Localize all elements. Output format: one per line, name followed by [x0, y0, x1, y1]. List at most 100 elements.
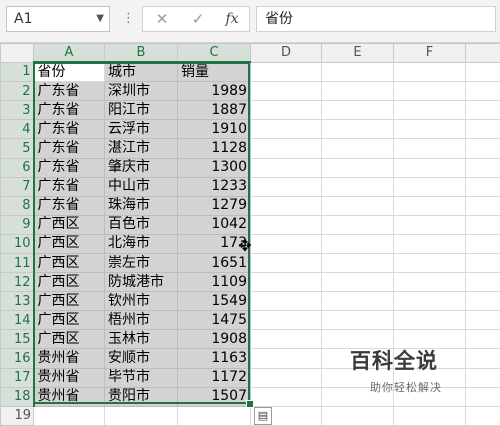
- cell-c[interactable]: 1989: [177, 81, 251, 102]
- row-header[interactable]: 19: [0, 405, 34, 426]
- column-header-c[interactable]: C: [177, 43, 251, 63]
- cell-a[interactable]: 贵州省: [33, 348, 105, 369]
- cell-c[interactable]: 1042: [177, 214, 251, 235]
- cell-c[interactable]: 1887: [177, 100, 251, 121]
- cell-b[interactable]: 肇庆市: [104, 157, 178, 178]
- fill-handle[interactable]: [246, 400, 254, 408]
- cell-c[interactable]: 1910: [177, 119, 251, 140]
- cell-g[interactable]: [465, 138, 500, 159]
- cell-e[interactable]: [321, 291, 394, 312]
- row-header[interactable]: 13: [0, 291, 35, 312]
- column-header-e[interactable]: E: [321, 43, 394, 63]
- cell-c[interactable]: 1908: [177, 329, 251, 350]
- row-header[interactable]: 5: [0, 138, 35, 159]
- cell-g[interactable]: [465, 272, 500, 293]
- cell-c[interactable]: 1651: [177, 252, 251, 274]
- row-header[interactable]: 18: [0, 386, 35, 407]
- quick-analysis-icon[interactable]: ▤: [254, 407, 272, 425]
- cell-e[interactable]: [321, 61, 394, 83]
- cell-a[interactable]: 广西区: [33, 291, 105, 312]
- row-header[interactable]: 3: [0, 100, 35, 121]
- cell-a[interactable]: 广东省: [33, 81, 105, 102]
- cell-g[interactable]: [465, 367, 500, 388]
- cell-e[interactable]: [321, 119, 394, 140]
- cell-g[interactable]: [465, 291, 500, 312]
- cell-g[interactable]: [465, 252, 500, 274]
- column-header-a[interactable]: A: [33, 43, 105, 63]
- more-options-icon[interactable]: ⋮: [122, 10, 135, 28]
- cell-c[interactable]: 销量: [177, 61, 251, 83]
- cell-f[interactable]: [393, 291, 466, 312]
- cell-g[interactable]: [465, 233, 500, 254]
- cell-a[interactable]: 广东省: [33, 176, 105, 197]
- cell-b[interactable]: 贵阳市: [104, 386, 178, 407]
- cell-g[interactable]: [465, 157, 500, 178]
- cell-c[interactable]: [177, 405, 251, 426]
- cell-g[interactable]: [465, 81, 500, 102]
- column-header-b[interactable]: B: [104, 43, 178, 63]
- cell-f[interactable]: [393, 252, 466, 274]
- cell-a[interactable]: 广西区: [33, 329, 105, 350]
- cell-d[interactable]: [250, 329, 322, 350]
- column-header-f[interactable]: F: [393, 43, 466, 63]
- column-header-partial[interactable]: [465, 43, 500, 63]
- row-header[interactable]: 17: [0, 367, 35, 388]
- cell-f[interactable]: [393, 61, 466, 83]
- cell-c[interactable]: 1549: [177, 291, 251, 312]
- cell-d[interactable]: [250, 214, 322, 235]
- cell-g[interactable]: [465, 61, 500, 83]
- cell-a[interactable]: 广西区: [33, 233, 105, 254]
- row-header[interactable]: 7: [0, 176, 35, 197]
- cell-f[interactable]: [393, 386, 466, 407]
- cell-f[interactable]: [393, 367, 466, 388]
- cell-b[interactable]: 毕节市: [104, 367, 178, 388]
- cell-f[interactable]: [393, 176, 466, 197]
- cell-e[interactable]: [321, 138, 394, 159]
- cell-e[interactable]: [321, 252, 394, 274]
- cancel-icon[interactable]: ✕: [144, 6, 180, 32]
- cell-d[interactable]: [250, 233, 322, 254]
- row-header[interactable]: 4: [0, 119, 35, 140]
- cell-f[interactable]: [393, 348, 466, 369]
- cell-b[interactable]: 珠海市: [104, 195, 178, 216]
- cell-e[interactable]: [321, 195, 394, 216]
- row-header[interactable]: 10: [0, 233, 35, 254]
- cell-c[interactable]: 1233: [177, 176, 251, 197]
- cell-a[interactable]: 广西区: [33, 272, 105, 293]
- cell-a[interactable]: 广东省: [33, 119, 105, 140]
- cell-b[interactable]: 防城港市: [104, 272, 178, 293]
- cell-b[interactable]: 中山市: [104, 176, 178, 197]
- cell-b[interactable]: 钦州市: [104, 291, 178, 312]
- cell-d[interactable]: [250, 100, 322, 121]
- cell-a[interactable]: 广东省: [33, 195, 105, 216]
- cell-a[interactable]: 广西区: [33, 310, 105, 331]
- cell-c[interactable]: 1507: [177, 386, 251, 407]
- cell-c[interactable]: 1163: [177, 348, 251, 369]
- cell-d[interactable]: [250, 252, 322, 274]
- enter-icon[interactable]: ✓: [180, 6, 216, 32]
- cell-e[interactable]: [321, 348, 394, 369]
- row-header[interactable]: 2: [0, 81, 35, 102]
- cell-b[interactable]: 百色市: [104, 214, 178, 235]
- cell-g[interactable]: [465, 348, 500, 369]
- column-header-d[interactable]: D: [250, 43, 322, 63]
- cell-g[interactable]: [465, 100, 500, 121]
- cell-e[interactable]: [321, 100, 394, 121]
- cell-f[interactable]: [393, 329, 466, 350]
- cell-c[interactable]: 1109: [177, 272, 251, 293]
- cell-c[interactable]: 1128: [177, 138, 251, 159]
- cell-e[interactable]: [321, 405, 394, 426]
- cell-e[interactable]: [321, 310, 394, 331]
- cell-d[interactable]: [250, 310, 322, 331]
- cell-e[interactable]: [321, 233, 394, 254]
- cell-g[interactable]: [465, 119, 500, 140]
- cell-b[interactable]: [104, 405, 178, 426]
- cell-e[interactable]: [321, 81, 394, 102]
- insert-function-icon[interactable]: fx: [214, 6, 250, 32]
- cell-d[interactable]: [250, 119, 322, 140]
- row-header[interactable]: 11: [0, 252, 35, 274]
- cell-g[interactable]: [465, 310, 500, 331]
- cell-f[interactable]: [393, 310, 466, 331]
- cell-e[interactable]: [321, 157, 394, 178]
- cell-d[interactable]: [250, 138, 322, 159]
